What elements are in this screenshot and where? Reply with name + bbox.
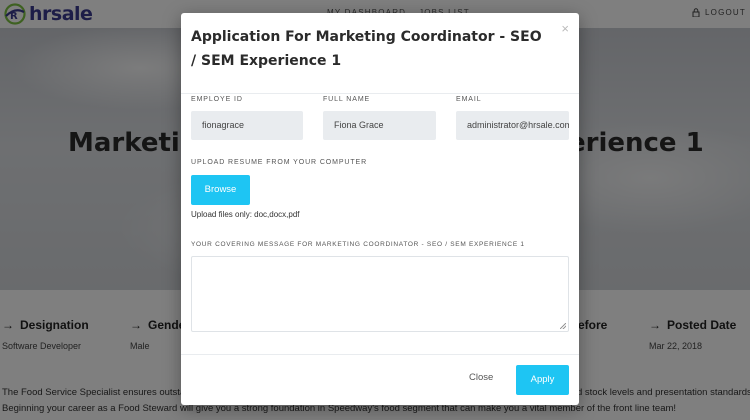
resize-handle-icon[interactable] [560, 323, 566, 329]
header-divider [181, 93, 579, 94]
modal-title: Application For Marketing Coordinator - … [191, 29, 542, 69]
upload-resume-label: UPLOAD RESUME FROM YOUR COMPUTER [191, 159, 368, 166]
full-name-label: FULL NAME [323, 96, 371, 103]
email-field[interactable]: administrator@hrsale.com [456, 111, 569, 140]
browse-button[interactable]: Browse [191, 175, 250, 205]
employee-id-label: EMPLOYE ID [191, 96, 243, 103]
apply-button[interactable]: Apply [516, 365, 569, 395]
application-modal: Application For Marketing Coordinator - … [181, 13, 579, 405]
employee-id-field[interactable]: fionagrace [191, 111, 303, 140]
full-name-field[interactable]: Fiona Grace [323, 111, 436, 140]
close-button[interactable]: Close [469, 372, 493, 383]
footer-divider [181, 354, 579, 355]
cover-message-label: YOUR COVERING MESSAGE FOR MARKETING COOR… [191, 241, 525, 248]
email-label: EMAIL [456, 96, 482, 103]
cover-message-textarea[interactable] [191, 256, 569, 332]
close-icon[interactable]: × [561, 22, 569, 35]
upload-hint: Upload files only: doc,docx,pdf [191, 210, 300, 219]
